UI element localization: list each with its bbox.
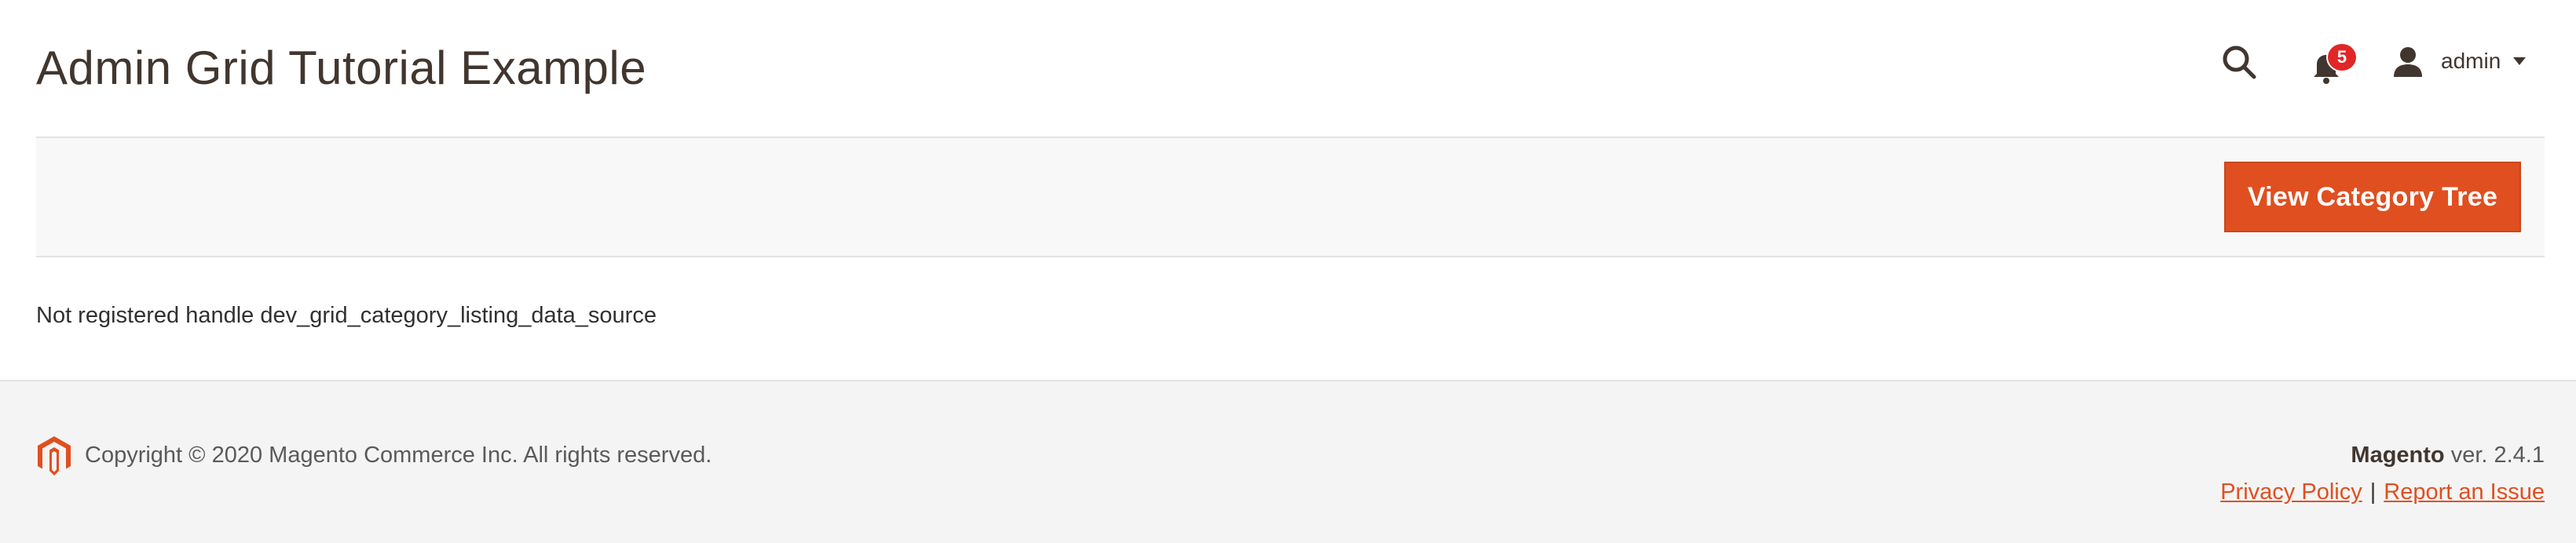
- version-text: ver. 2.4.1: [2450, 443, 2545, 468]
- report-issue-link[interactable]: Report an Issue: [2384, 479, 2545, 505]
- brand-name: Magento: [2351, 443, 2445, 468]
- page-title: Admin Grid Tutorial Example: [36, 42, 647, 94]
- footer-right: Magento ver. 2.4.1 Privacy Policy | Report…: [2220, 443, 2545, 505]
- admin-username: admin: [2441, 49, 2501, 73]
- privacy-policy-link[interactable]: Privacy Policy: [2220, 479, 2362, 505]
- page-actions-bar: View Category Tree: [36, 137, 2545, 257]
- search-icon: [2223, 46, 2256, 79]
- copyright-text: Copyright © 2020 Magento Commerce Inc. A…: [85, 443, 712, 468]
- caret-down-icon: [2513, 57, 2527, 65]
- footer-links: Privacy Policy | Report an Issue: [2220, 479, 2545, 505]
- global-search-button[interactable]: [2218, 41, 2262, 85]
- magento-logo-icon: [38, 436, 71, 476]
- user-icon: [2394, 47, 2422, 77]
- notifications-count-badge: 5: [2326, 42, 2358, 72]
- notifications-button[interactable]: 5: [2304, 41, 2367, 85]
- admin-user-menu[interactable]: admin: [2391, 42, 2527, 80]
- version-line: Magento ver. 2.4.1: [2220, 443, 2545, 468]
- link-separator: |: [2369, 479, 2377, 505]
- view-category-tree-button[interactable]: View Category Tree: [2224, 162, 2521, 232]
- content-message: Not registered handle dev_grid_category_…: [36, 303, 657, 328]
- page-footer: Copyright © 2020 Magento Commerce Inc. A…: [0, 380, 2576, 543]
- page-header: Admin Grid Tutorial Example 5 admin: [0, 0, 2576, 137]
